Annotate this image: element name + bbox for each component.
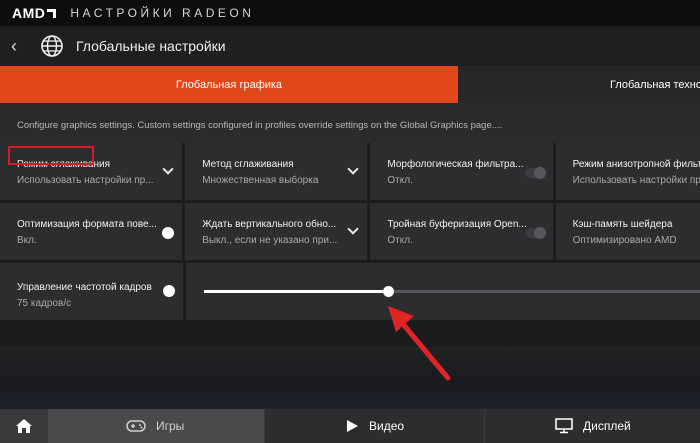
monitor-icon: [555, 418, 573, 434]
back-button[interactable]: ‹: [0, 36, 28, 57]
slider-thumb[interactable]: [382, 286, 394, 297]
page-title: Глобальные настройки: [76, 38, 226, 54]
highlight-box: [8, 146, 94, 165]
setting-morphological-filtering[interactable]: Морфологическая фильтра... Откл.: [370, 143, 553, 200]
title-bar: AMD НАСТРОЙКИ RADEON: [0, 0, 700, 26]
nav-display-label: Дисплей: [583, 419, 631, 433]
setting-label: Метод сглаживания: [202, 159, 294, 170]
setting-label: Ждать вертикального обно...: [202, 219, 337, 230]
amd-logo: AMD: [12, 5, 46, 21]
home-icon: [16, 419, 32, 433]
toggle-knob: [533, 167, 546, 179]
morphological-filtering-toggle[interactable]: [524, 167, 546, 179]
frame-rate-value: 75 кадров/с: [17, 298, 72, 309]
background-area: [0, 347, 700, 409]
setting-value: Множественная выборка: [202, 175, 319, 186]
setting-label: Кэш-память шейдера: [572, 219, 673, 230]
setting-value: Оптимизировано AMD: [572, 235, 677, 246]
settings-row: Режим сглаживания Использовать настройки…: [0, 143, 700, 200]
setting-label: Режим анизотропной фильт...: [572, 159, 700, 170]
globe-icon: [41, 35, 63, 57]
play-icon: [347, 420, 358, 432]
nav-games-label: Игры: [156, 419, 185, 433]
settings-grid: Режим сглаживания Использовать настройки…: [0, 143, 700, 320]
setting-shader-cache[interactable]: Кэш-память шейдера Оптимизировано AMD: [555, 203, 700, 260]
settings-row: Оптимизация формата пове... Вкл. Ждать в…: [0, 203, 700, 260]
toggle-knob: [533, 227, 546, 239]
tab-bar: Глобальная графика Глобальная техно: [0, 66, 700, 103]
frame-rate-control-toggle[interactable]: [155, 285, 175, 297]
slider-fill: [204, 290, 388, 293]
tab-global-graphics[interactable]: Глобальная графика: [0, 66, 458, 103]
nav-display[interactable]: Дисплей: [484, 409, 700, 443]
home-button[interactable]: [0, 409, 48, 443]
surface-format-optimization-toggle[interactable]: [154, 227, 175, 239]
setting-value: Использовать настройки пр...: [572, 175, 700, 186]
setting-value: Использовать настройки пр...: [17, 175, 154, 186]
setting-wait-for-vertical-refresh[interactable]: Ждать вертикального обно... Выкл., если …: [185, 203, 368, 260]
setting-antialiasing-method[interactable]: Метод сглаживания Множественная выборка: [185, 143, 368, 200]
setting-opengl-triple-buffering[interactable]: Тройная буферизация Open... Откл.: [370, 203, 553, 260]
app-title: НАСТРОЙКИ RADEON: [70, 6, 255, 20]
toggle-knob: [163, 285, 175, 297]
nav-video[interactable]: Видео: [264, 409, 484, 443]
page-header: ‹ Глобальные настройки: [0, 26, 700, 66]
nav-games[interactable]: Игры: [48, 409, 264, 443]
setting-frame-rate-target-control[interactable]: Управление частотой кадров 75 кадров/с: [0, 263, 183, 320]
bottom-nav: Игры Видео Дисплей: [0, 409, 700, 443]
frame-rate-slider[interactable]: [204, 286, 700, 297]
opengl-triple-buffering-toggle[interactable]: [524, 227, 546, 239]
setting-value: Выкл., если не указано при...: [202, 235, 338, 246]
annotation-arrow-icon: [388, 306, 451, 381]
settings-description: Configure graphics settings. Custom sett…: [0, 103, 700, 143]
amd-logo-arrow-icon: [47, 8, 57, 18]
tab-global-technology[interactable]: Глобальная техно: [458, 66, 700, 103]
gamepad-icon: [126, 420, 146, 432]
nav-video-label: Видео: [369, 419, 405, 433]
setting-anisotropic-filtering-mode[interactable]: Режим анизотропной фильт... Использовать…: [555, 143, 700, 200]
setting-surface-format-optimization[interactable]: Оптимизация формата пове... Вкл.: [0, 203, 183, 260]
frame-rate-control-row: Управление частотой кадров 75 кадров/с: [0, 263, 700, 320]
